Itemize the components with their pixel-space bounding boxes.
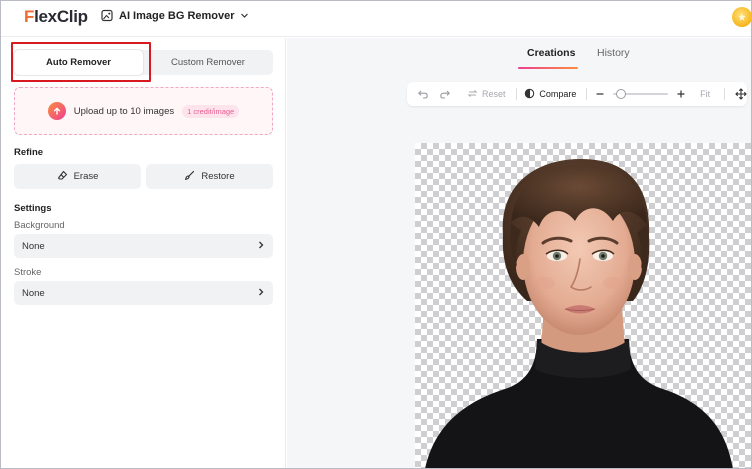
preview-area: Creations History Reset Compare Fit (287, 38, 751, 468)
chevron-down-icon (240, 11, 249, 20)
reset-icon (467, 88, 478, 101)
toolbar-divider (586, 88, 588, 100)
zoom-slider[interactable] (613, 89, 669, 99)
erase-button[interactable]: Erase (14, 164, 141, 189)
settings-panel: Auto Remover Custom Remover Upload up to… (1, 38, 286, 468)
zoom-in-icon[interactable] (676, 89, 686, 99)
stroke-select[interactable]: None (14, 281, 273, 305)
eraser-icon (57, 170, 68, 184)
app-window: FlexClip AI Image BG Remover Auto Remove… (0, 0, 752, 469)
tool-switcher[interactable]: AI Image BG Remover (101, 9, 249, 22)
background-select[interactable]: None (14, 234, 273, 258)
logo-letter-f: F (24, 7, 35, 26)
reset-label: Reset (482, 89, 506, 99)
toolbar-divider (515, 88, 517, 100)
upload-dropzone[interactable]: Upload up to 10 images 1 credit/image (14, 87, 273, 135)
top-bar: FlexClip AI Image BG Remover (1, 1, 751, 37)
settings-heading: Settings (14, 203, 52, 214)
chevron-right-icon (257, 288, 265, 299)
refine-heading: Refine (14, 147, 44, 158)
restore-label: Restore (201, 171, 235, 182)
result-tabs: Creations History (287, 38, 751, 70)
restore-button[interactable]: Restore (146, 164, 273, 189)
coin-icon[interactable] (732, 7, 751, 27)
reset-button[interactable]: Reset (467, 88, 506, 101)
background-label: Background (14, 220, 65, 231)
custom-remover-tab[interactable]: Custom Remover (143, 50, 273, 75)
compare-label: Compare (539, 89, 577, 99)
stroke-label: Stroke (14, 267, 42, 278)
logo-wordmark: lexClip (34, 7, 88, 26)
tool-switcher-label: AI Image BG Remover (119, 9, 235, 22)
canvas-toolbar: Reset Compare Fit (407, 82, 747, 106)
toolbar-divider (724, 88, 725, 100)
fit-button[interactable]: Fit (700, 89, 710, 99)
portrait-cutout-image (425, 159, 733, 468)
redo-icon[interactable] (439, 88, 451, 100)
chevron-right-icon (257, 241, 265, 252)
active-tab-indicator (518, 67, 578, 69)
auto-remover-tab[interactable]: Auto Remover (14, 50, 143, 75)
image-sparkle-icon (101, 9, 114, 22)
zoom-slider-handle[interactable] (615, 89, 626, 99)
credit-badge: 1 credit/image (182, 104, 240, 118)
upload-label: Upload up to 10 images (73, 105, 175, 117)
stroke-value: None (22, 287, 45, 299)
move-icon[interactable] (735, 88, 747, 100)
image-canvas[interactable] (415, 143, 751, 468)
compare-icon (524, 88, 535, 101)
compare-button[interactable]: Compare (524, 88, 576, 101)
upload-arrow-icon (47, 102, 66, 120)
erase-label: Erase (73, 171, 99, 182)
mode-segmented-control: Auto Remover Custom Remover (14, 50, 273, 75)
background-value: None (22, 240, 45, 252)
undo-icon[interactable] (417, 88, 429, 100)
flexclip-logo[interactable]: FlexClip (24, 7, 88, 27)
tab-creations[interactable]: Creations (527, 47, 575, 59)
tab-history[interactable]: History (597, 47, 630, 59)
brush-icon (184, 170, 195, 184)
zoom-out-icon[interactable] (595, 89, 605, 99)
